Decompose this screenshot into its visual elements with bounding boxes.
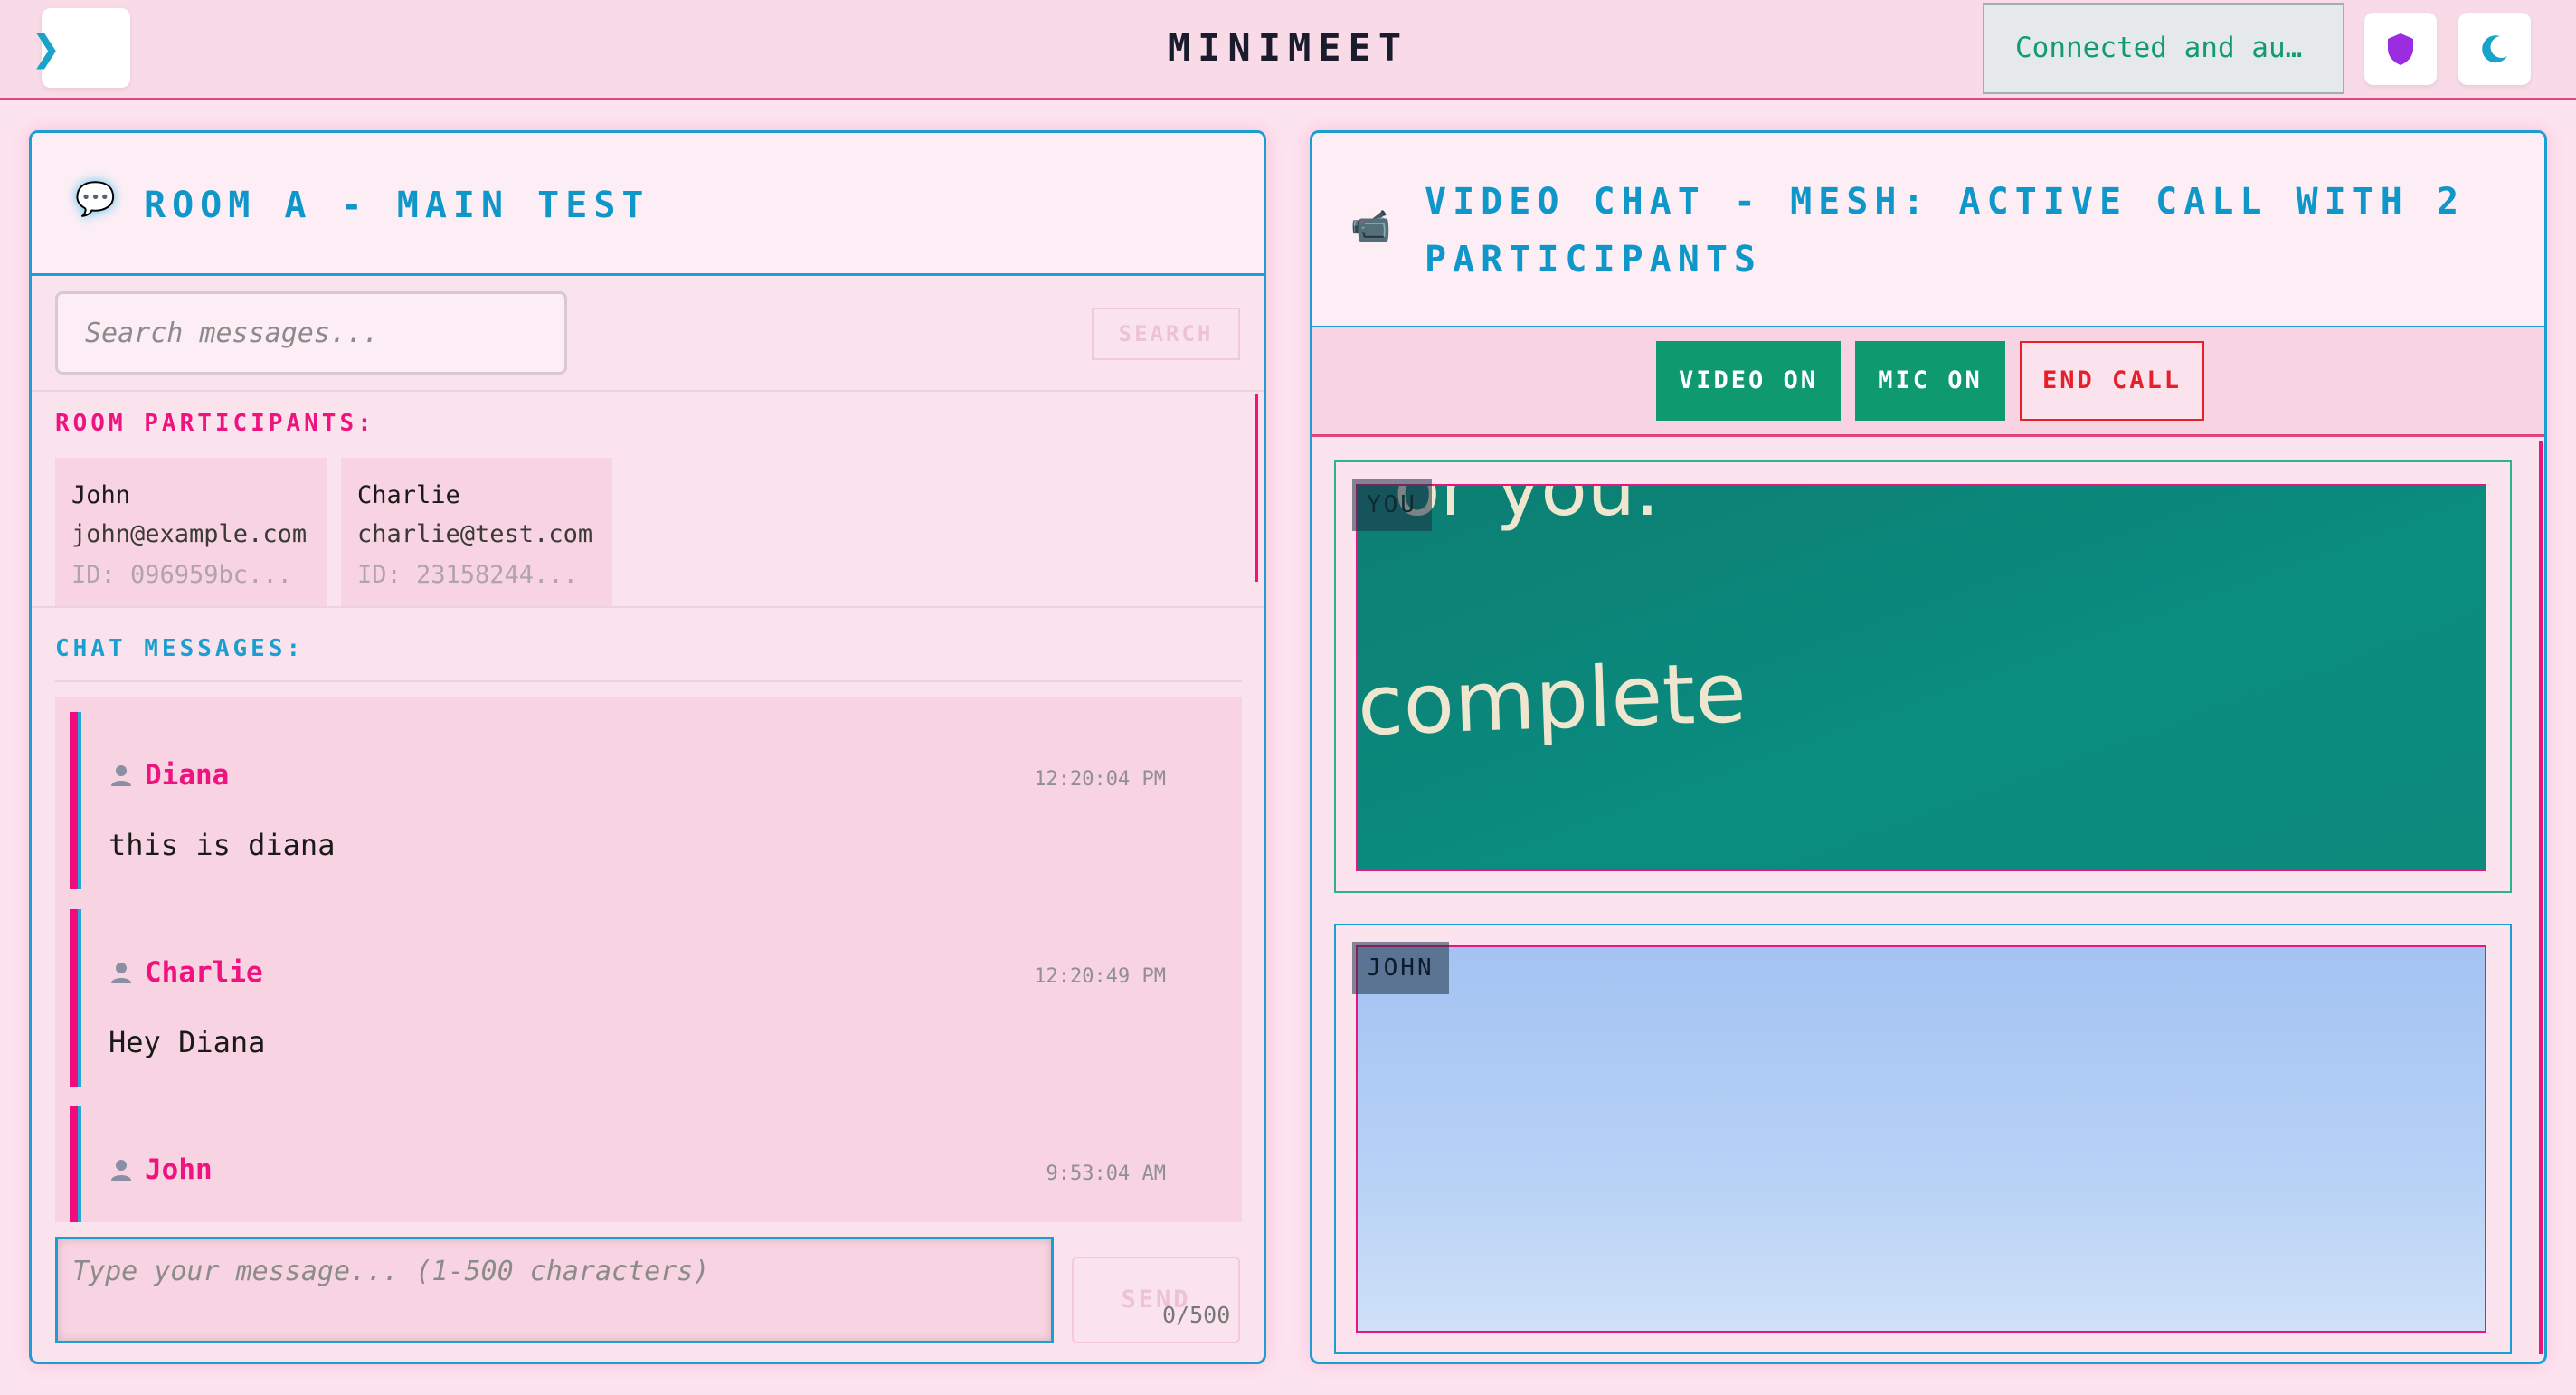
message-list[interactable]: Diana 12:20:04 PM this is diana Charlie … (55, 698, 1242, 1222)
divider (55, 680, 1242, 682)
video-camera-icon: 📹 (1350, 208, 1391, 245)
participant-email: charlie@test.com (357, 520, 593, 548)
video-label: YOU (1352, 479, 1432, 531)
video-chat-title: VIDEO CHAT - MESH: ACTIVE CALL WITH 2 PA… (1425, 173, 2465, 289)
participants-scrollbar[interactable] (1255, 394, 1258, 582)
message-author: Diana (145, 759, 230, 792)
video-label: JOHN (1352, 942, 1449, 994)
video-overlay-text: or you. (1394, 484, 1660, 533)
video-panel-header: 📹 VIDEO CHAT - MESH: ACTIVE CALL WITH 2 … (1312, 133, 2544, 328)
remote-video (1356, 945, 2486, 1333)
security-button[interactable] (2364, 13, 2437, 85)
message-time: 12:20:49 PM (1034, 965, 1166, 988)
participant-email: john@example.com (71, 520, 308, 548)
participant-card[interactable]: John john@example.com ID: 096959bc... (55, 458, 327, 606)
video-overlay-text: complete (1356, 644, 1748, 754)
local-video: or you. complete (1356, 484, 2486, 871)
video-scrollbar[interactable] (2539, 441, 2543, 1354)
search-button[interactable]: SEARCH (1092, 308, 1240, 360)
list-item: Diana 12:20:04 PM this is diana (70, 712, 1218, 889)
video-chat-title-line: PARTICIPANTS (1425, 239, 1762, 280)
message-time: 9:53:04 AM (1046, 1162, 1166, 1185)
video-tile-remote[interactable]: JOHN (1334, 924, 2512, 1354)
send-button[interactable]: SEND (1072, 1257, 1240, 1343)
user-icon (111, 963, 131, 983)
participants-label: ROOM PARTICIPANTS: (55, 410, 375, 437)
participant-name: John (71, 481, 131, 509)
list-item: John 9:53:04 AM (70, 1106, 1218, 1222)
message-time: 12:20:04 PM (1034, 768, 1166, 791)
call-controls: VIDEO ON MIC ON END CALL (1312, 327, 2544, 437)
divider (32, 390, 1264, 392)
list-item: Charlie 12:20:49 PM Hey Diana (70, 909, 1218, 1087)
video-panel: 📹 VIDEO CHAT - MESH: ACTIVE CALL WITH 2 … (1310, 130, 2547, 1364)
end-call-button[interactable]: END CALL (2020, 341, 2204, 421)
character-counter: 0/500 (1162, 1302, 1231, 1328)
message-text: this is diana (109, 828, 336, 862)
theme-toggle-button[interactable] (2458, 13, 2531, 85)
messages-label: CHAT MESSAGES: (55, 635, 305, 662)
video-toggle-button[interactable]: VIDEO ON (1656, 341, 1841, 421)
chat-panel: 💬 ROOM A - MAIN TEST SEARCH ROOM PARTICI… (29, 130, 1266, 1364)
divider (32, 606, 1264, 608)
message-author: Charlie (145, 956, 263, 989)
moon-icon (2482, 35, 2507, 63)
participant-id: ID: 23158244... (357, 561, 578, 589)
user-icon (111, 765, 131, 786)
video-tile-local[interactable]: or you. complete YOU (1334, 460, 2512, 893)
message-input[interactable] (55, 1237, 1054, 1343)
top-bar: ❯ MINIMEET Connected and au… (0, 0, 2576, 100)
participant-id: ID: 096959bc... (71, 561, 292, 589)
mic-toggle-button[interactable]: MIC ON (1855, 341, 2005, 421)
message-author: John (145, 1153, 213, 1186)
speech-bubble-icon: 💬 (75, 181, 116, 218)
message-text: Hey Diana (109, 1025, 266, 1059)
chat-panel-header: 💬 ROOM A - MAIN TEST (32, 133, 1264, 276)
video-chat-title-line: VIDEO CHAT - MESH: ACTIVE CALL WITH 2 (1425, 181, 2466, 223)
search-input[interactable] (55, 291, 567, 375)
participant-name: Charlie (357, 481, 460, 509)
shield-icon (2388, 33, 2413, 65)
participant-card[interactable]: Charlie charlie@test.com ID: 23158244... (341, 458, 612, 606)
user-icon (111, 1160, 131, 1181)
connection-status[interactable]: Connected and au… (1983, 3, 2344, 94)
room-title: ROOM A - MAIN TEST (144, 185, 650, 226)
